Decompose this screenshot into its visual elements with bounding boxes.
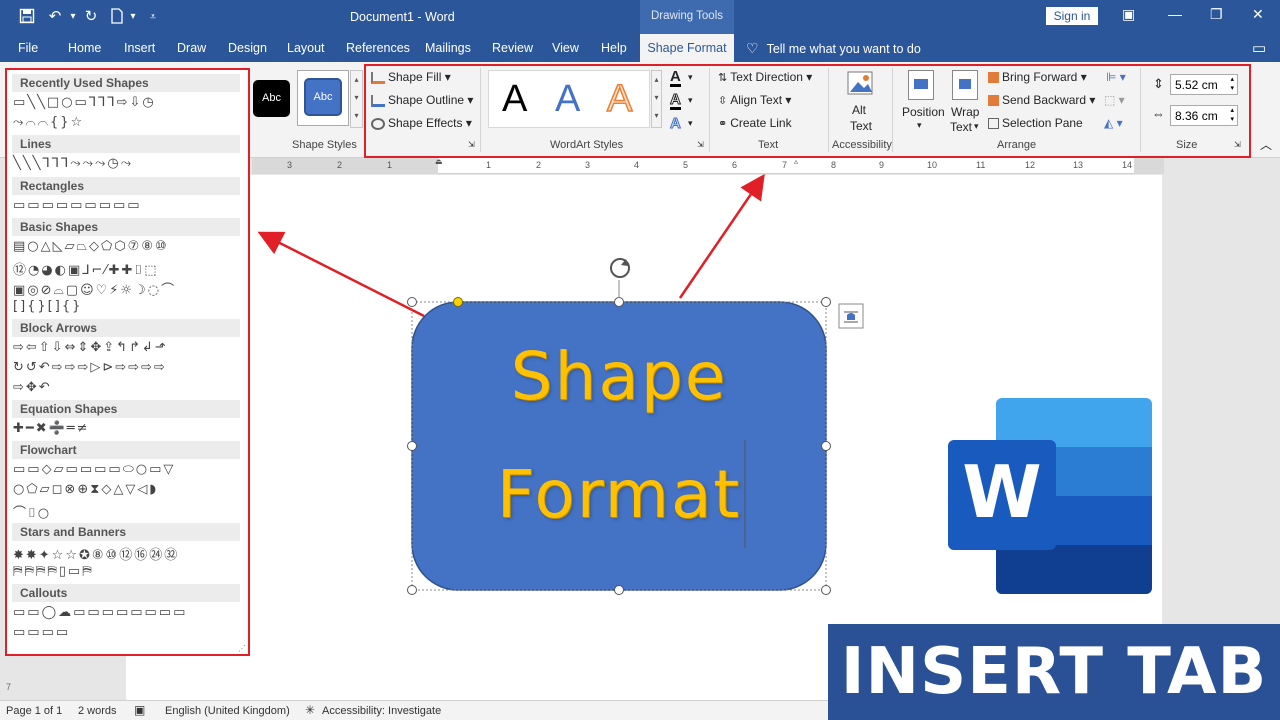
shape-row[interactable]: ▭▭▭▭▭▭▭▭▭ — [13, 198, 142, 214]
page-count[interactable]: Page 1 of 1 — [6, 705, 62, 717]
shape-row[interactable]: []{}[]{} — [13, 299, 82, 315]
shape-row[interactable]: ╲╲╲⅂⅂⅂⤳⤳⤳◷⤳ — [13, 156, 133, 172]
accessibility-status[interactable]: Accessibility: Investigate — [322, 705, 441, 717]
word-window: ↶ ▾ ↻ ▾ ⩡ Document1 - Word Drawing Tools… — [0, 0, 1280, 720]
shape-row[interactable]: ▭▭◇▱▭▭▭▭⬭○▭▽ — [13, 462, 175, 478]
category-flowchart: Flowchart — [12, 441, 240, 459]
category-stars-and-banners: Stars and Banners — [12, 523, 240, 541]
shape-row[interactable]: ⑫◔◕◐▣⅃⌐⁄✚✚⌷⬚ — [13, 259, 159, 278]
proofing-icon[interactable]: ▣ — [134, 703, 145, 717]
shape-row[interactable]: ⇨✥↶ — [13, 380, 52, 396]
shape-row[interactable]: ⇨⇦⇧⇩⇔⇕✥⇪↰↱↲⬏ — [13, 340, 168, 356]
shape-row[interactable]: ▭▭◯☁▭▭▭▭▭▭▭▭ — [13, 605, 187, 621]
shape-row[interactable]: ▭╲╲□○▭⅂⅂⅂⇨⇩◷ — [13, 95, 156, 111]
panel-resize-grip-icon[interactable]: ⋰ — [238, 644, 246, 653]
arrow-to-ribbon — [678, 173, 765, 299]
shape-row[interactable]: ↻↺↶⇨⇨⇨▷⊳⇨⇨⇨⇨ — [13, 360, 167, 376]
arrow-to-shapes-panel — [257, 231, 425, 318]
word-logo-letter: W — [962, 450, 1042, 534]
shape-text-line1[interactable]: Shape — [412, 338, 826, 415]
language-indicator[interactable]: English (United Kingdom) — [165, 705, 290, 717]
shape-row[interactable]: ○⬠▱◻⊗⊕⧗◇△▽◁◗ — [13, 482, 158, 498]
category-equation-shapes: Equation Shapes — [12, 400, 240, 418]
category-rectangles: Rectangles — [12, 177, 240, 195]
category-lines: Lines — [12, 135, 240, 153]
shape-row[interactable]: ⤳⌒⌒{}☆ — [13, 115, 84, 131]
shape-row[interactable]: ⛿⛿⛿⛿▯▭⛿ — [13, 564, 94, 580]
shape-row[interactable]: ▤○△◺▱⏢◇⬠⬡⑦⑧⑩ — [13, 239, 169, 255]
shape-row[interactable]: ▭▭▭▭ — [13, 625, 70, 641]
shape-row[interactable]: ▣◎⊘⌓▢☺♡⚡☼☽◌⌒ — [13, 279, 176, 298]
shape-row[interactable]: ⌒⌷○ — [13, 502, 51, 521]
corner-radius-handle[interactable] — [453, 297, 463, 307]
shape-row[interactable]: ✚━✖➗═≠ — [13, 421, 90, 437]
shape-text-line2[interactable]: Format — [412, 456, 826, 533]
layout-options-icon[interactable] — [838, 303, 864, 329]
shape-row[interactable]: ✸✸✦☆☆✪⑧⑩⑫⑯㉔㉜ — [13, 544, 179, 563]
shapes-gallery-panel: Recently Used Shapes ▭╲╲□○▭⅂⅂⅂⇨⇩◷ ⤳⌒⌒{}☆… — [5, 68, 250, 656]
category-basic-shapes: Basic Shapes — [12, 218, 240, 236]
category-recently-used: Recently Used Shapes — [12, 74, 240, 92]
accessibility-checker-icon: ✳ — [305, 703, 316, 717]
category-block-arrows: Block Arrows — [12, 319, 240, 337]
insert-tab-banner: INSERT TAB — [828, 624, 1280, 720]
word-count[interactable]: 2 words — [78, 705, 117, 717]
category-callouts: Callouts — [12, 584, 240, 602]
rotate-handle-icon[interactable] — [610, 258, 630, 278]
